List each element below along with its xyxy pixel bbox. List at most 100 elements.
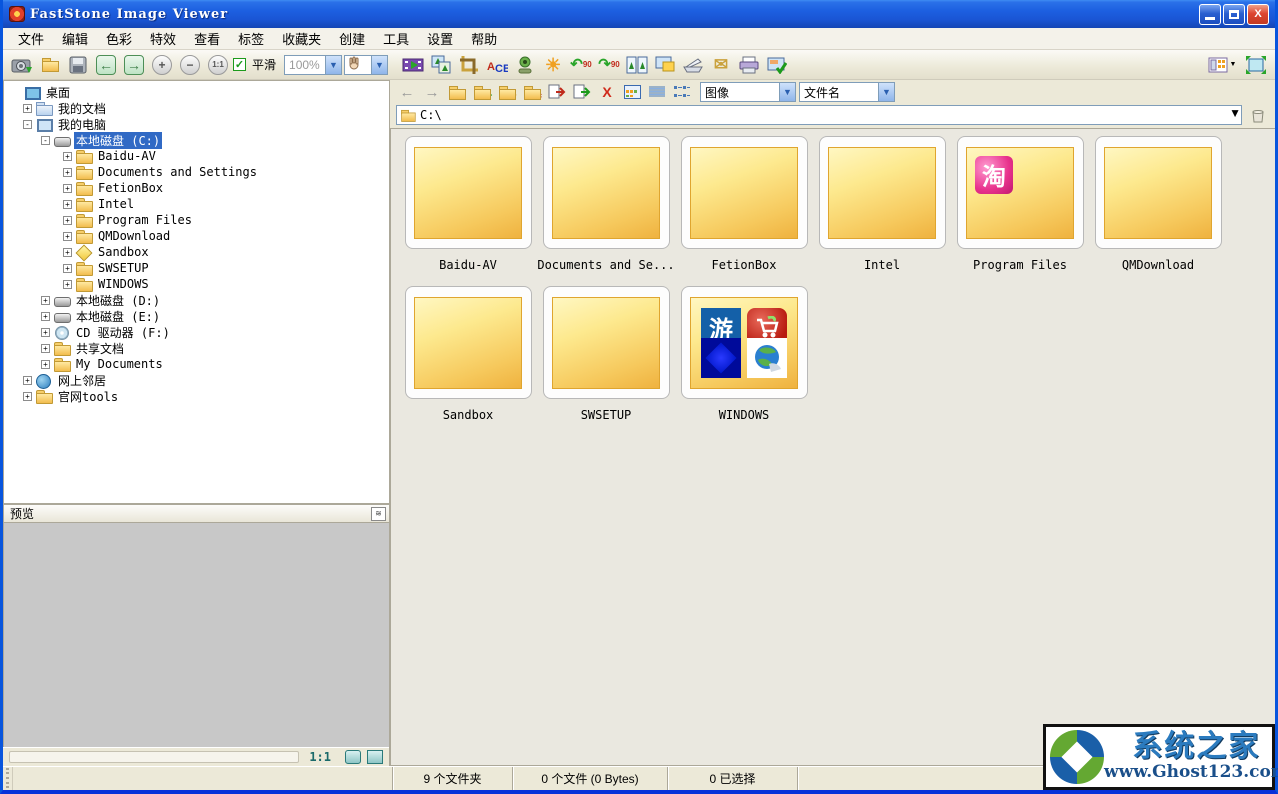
resize-button[interactable] — [428, 52, 454, 78]
thumbnails-view-button[interactable] — [621, 82, 643, 102]
minimize-button[interactable] — [1199, 4, 1221, 25]
menu-tools[interactable]: 工具 — [374, 27, 418, 50]
tree-item-my-documents-folder[interactable]: +My Documents — [7, 356, 389, 372]
menu-file[interactable]: 文件 — [9, 27, 53, 50]
zoom-in-button[interactable]: + — [149, 52, 175, 78]
tree-item-drive-e[interactable]: +本地磁盘 (E:) — [7, 308, 389, 324]
fullscreen-button[interactable] — [1243, 52, 1269, 78]
rotate-left-button[interactable]: ↶90 — [568, 52, 594, 78]
folder-tree[interactable]: 桌面 +我的文档 -我的电脑 -本地磁盘 (C:) +Baidu-AV +Doc… — [3, 80, 389, 504]
tree-item-baidu-av[interactable]: +Baidu-AV — [7, 148, 389, 164]
tree-item-fetionbox[interactable]: +FetionBox — [7, 180, 389, 196]
tree-item-qmdownload[interactable]: +QMDownload — [7, 228, 389, 244]
list-view-button[interactable] — [671, 82, 693, 102]
up-folder-button[interactable]: ↑ — [446, 82, 468, 102]
folder-thumb-fetionbox[interactable]: FetionBox — [675, 136, 813, 272]
smooth-checkbox[interactable]: ✓ — [233, 58, 246, 71]
address-input[interactable]: C:\ ▼ — [396, 105, 1242, 125]
rotate-right-button[interactable]: ↷90 — [596, 52, 622, 78]
folder-thumb-intel[interactable]: Intel — [813, 136, 951, 272]
tree-item-cd-drive-f[interactable]: +CD 驱动器 (F:) — [7, 324, 389, 340]
open-folder-button[interactable]: → — [37, 52, 63, 78]
scan-button[interactable] — [680, 52, 706, 78]
move-to-button[interactable] — [571, 82, 593, 102]
next-image-button[interactable]: → — [121, 52, 147, 78]
expand-toggle[interactable]: + — [41, 328, 50, 337]
details-view-button[interactable] — [646, 82, 668, 102]
fit-window-icon[interactable] — [367, 750, 383, 764]
chevron-down-icon[interactable]: ▼ — [371, 56, 387, 74]
expand-toggle[interactable]: + — [41, 360, 50, 369]
menu-favorites[interactable]: 收藏夹 — [273, 27, 330, 50]
pan-icon[interactable] — [345, 750, 361, 764]
zoom-combo[interactable]: 100%▼ — [284, 55, 342, 75]
maximize-button[interactable] — [1223, 4, 1245, 25]
expand-toggle[interactable]: - — [41, 136, 50, 145]
expand-toggle[interactable]: + — [63, 152, 72, 161]
capture-camera-button[interactable] — [9, 52, 35, 78]
wallpaper-button[interactable] — [652, 52, 678, 78]
expand-toggle[interactable]: + — [41, 344, 50, 353]
menu-create[interactable]: 创建 — [330, 27, 374, 50]
menu-view[interactable]: 查看 — [185, 27, 229, 50]
tree-item-sandbox[interactable]: +Sandbox — [7, 244, 389, 260]
favorites-folder-button[interactable]: ★ — [496, 82, 518, 102]
save-button[interactable] — [65, 52, 91, 78]
layout-combo-button[interactable]: ▼ — [1203, 52, 1241, 78]
tree-item-shared-documents[interactable]: +共享文档 — [7, 340, 389, 356]
crop-button[interactable] — [456, 52, 482, 78]
filter-combo[interactable]: 图像▼ — [700, 82, 796, 102]
menu-tag[interactable]: 标签 — [229, 27, 273, 50]
batch-convert-button[interactable]: ACB — [484, 52, 510, 78]
menu-settings[interactable]: 设置 — [418, 27, 462, 50]
tree-item-windows[interactable]: +WINDOWS — [7, 276, 389, 292]
expand-toggle[interactable]: + — [63, 232, 72, 241]
tree-item-network-places[interactable]: +网上邻居 — [7, 372, 389, 388]
copy-to-button[interactable] — [546, 82, 568, 102]
menu-help[interactable]: 帮助 — [462, 27, 506, 50]
previous-image-button[interactable]: ← — [93, 52, 119, 78]
preview-scrollbar[interactable] — [9, 751, 299, 763]
expand-toggle[interactable]: + — [63, 184, 72, 193]
chevron-down-icon[interactable]: ▼ — [325, 56, 341, 74]
tree-item-swsetup[interactable]: +SWSETUP — [7, 260, 389, 276]
expand-toggle[interactable]: + — [63, 200, 72, 209]
menu-effects[interactable]: 特效 — [141, 27, 185, 50]
tree-item-intel[interactable]: +Intel — [7, 196, 389, 212]
folder-thumb-swsetup[interactable]: SWSETUP — [537, 286, 675, 422]
expand-toggle[interactable]: + — [23, 376, 32, 385]
expand-toggle[interactable]: + — [63, 168, 72, 177]
image-check-button[interactable] — [764, 52, 790, 78]
expand-toggle[interactable]: + — [63, 216, 72, 225]
tree-item-drive-d[interactable]: +本地磁盘 (D:) — [7, 292, 389, 308]
delete-button[interactable]: X — [596, 82, 618, 102]
email-button[interactable]: ✉ — [708, 52, 734, 78]
tree-item-my-computer[interactable]: -我的电脑 — [7, 116, 389, 132]
sort-combo[interactable]: 文件名▼ — [799, 82, 895, 102]
folder-thumb-program-files[interactable]: 淘 Program Files — [951, 136, 1089, 272]
print-button[interactable] — [736, 52, 762, 78]
menu-edit[interactable]: 编辑 — [53, 27, 97, 50]
back-button[interactable]: ← — [396, 82, 418, 102]
tree-item-program-files[interactable]: +Program Files — [7, 212, 389, 228]
tree-item-my-documents[interactable]: +我的文档 — [7, 100, 389, 116]
folder-thumb-baidu-av[interactable]: Baidu-AV — [399, 136, 537, 272]
expand-toggle[interactable]: + — [41, 312, 50, 321]
chevron-down-icon[interactable]: ▼ — [1229, 106, 1241, 124]
hand-tool-combo[interactable]: ▼ — [344, 55, 388, 75]
expand-toggle[interactable]: + — [23, 392, 32, 401]
collapse-preview-button[interactable]: ≋ — [371, 507, 386, 521]
chevron-down-icon[interactable]: ▼ — [779, 83, 795, 101]
menu-colors[interactable]: 色彩 — [97, 27, 141, 50]
tree-item-documents-and-settings[interactable]: +Documents and Settings — [7, 164, 389, 180]
expand-toggle[interactable]: + — [63, 264, 72, 273]
compare-button[interactable] — [624, 52, 650, 78]
zoom-out-button[interactable]: − — [177, 52, 203, 78]
adjust-colors-button[interactable]: ☀ — [540, 52, 566, 78]
red-eye-button[interactable] — [512, 52, 538, 78]
folder-thumb-sandbox[interactable]: Sandbox — [399, 286, 537, 422]
expand-toggle[interactable]: + — [41, 296, 50, 305]
folder-thumb-windows[interactable]: 游 WINDOWS — [675, 286, 813, 422]
close-button[interactable]: X — [1247, 4, 1269, 25]
forward-button[interactable]: → — [421, 82, 443, 102]
